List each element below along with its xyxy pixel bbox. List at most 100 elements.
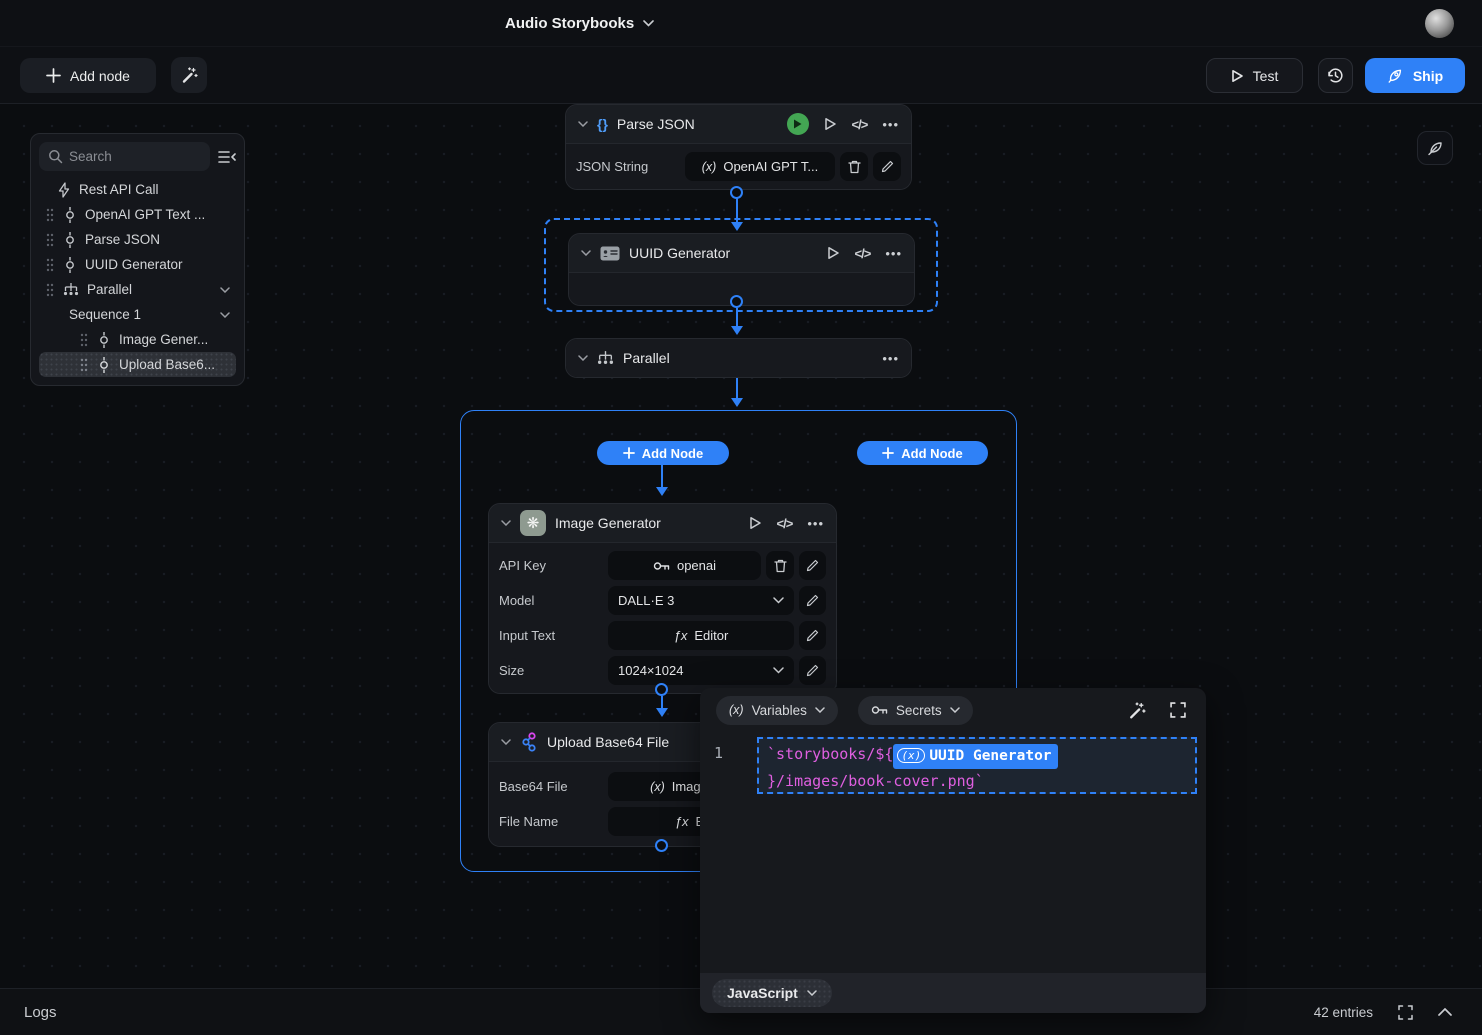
node-image-generator[interactable]: ❋ Image Generator </> ••• API Key openai bbox=[488, 503, 837, 694]
node-commit-icon bbox=[63, 232, 77, 248]
node-header: {} Parse JSON </> ••• bbox=[566, 105, 911, 143]
search-input[interactable] bbox=[39, 142, 210, 171]
drag-handle-icon[interactable] bbox=[45, 208, 55, 222]
variables-dropdown[interactable]: (x) Variables bbox=[716, 696, 838, 725]
page-title: Audio Storybooks bbox=[505, 15, 634, 32]
edge-line bbox=[661, 696, 663, 708]
edge-arrow bbox=[656, 708, 668, 717]
view-code-icon[interactable]: </> bbox=[855, 246, 871, 261]
code-editor-content[interactable]: `storybooks/${(x)UUID Generator }/images… bbox=[757, 737, 1197, 794]
parallel-icon bbox=[63, 282, 79, 297]
view-code-icon[interactable]: </> bbox=[777, 516, 793, 531]
sidebar-item-uuid-generator[interactable]: UUID Generator bbox=[39, 252, 236, 277]
json-string-value-chip[interactable]: (x) OpenAI GPT T... bbox=[685, 152, 835, 181]
more-options-icon[interactable]: ••• bbox=[885, 246, 902, 261]
delete-value-button[interactable] bbox=[766, 551, 794, 580]
variable-icon: (x) bbox=[729, 703, 744, 717]
model-select[interactable]: DALL·E 3 bbox=[608, 586, 794, 615]
edge-arrow bbox=[731, 326, 743, 335]
magic-wand-button[interactable] bbox=[171, 57, 207, 93]
chevron-down-icon bbox=[643, 20, 654, 27]
node-title: Upload Base64 File bbox=[547, 734, 669, 750]
uuid-generator-variable-chip[interactable]: (x)UUID Generator bbox=[893, 744, 1057, 769]
node-uuid-generator[interactable]: UUID Generator </> ••• bbox=[568, 233, 915, 306]
more-options-icon[interactable]: ••• bbox=[807, 516, 824, 531]
secrets-dropdown[interactable]: Secrets bbox=[858, 696, 973, 725]
trash-icon bbox=[774, 559, 787, 573]
edit-value-button[interactable] bbox=[873, 152, 901, 181]
sidebar-item-parse-json[interactable]: Parse JSON bbox=[39, 227, 236, 252]
run-node-icon[interactable] bbox=[824, 117, 837, 131]
drag-handle-icon[interactable] bbox=[79, 333, 89, 347]
view-code-icon[interactable]: </> bbox=[852, 117, 868, 132]
collapse-chevron-icon[interactable] bbox=[578, 121, 588, 127]
delete-value-button[interactable] bbox=[840, 152, 868, 181]
sidebar-item-image-generator[interactable]: Image Gener... bbox=[39, 327, 236, 352]
more-options-icon[interactable]: ••• bbox=[882, 117, 899, 132]
node-parse-json[interactable]: {} Parse JSON </> ••• JSON String (x) Op… bbox=[565, 104, 912, 190]
api-key-value-chip[interactable]: openai bbox=[608, 551, 761, 580]
avatar[interactable] bbox=[1425, 9, 1454, 38]
size-select[interactable]: 1024×1024 bbox=[608, 656, 794, 685]
sidebar-item-parallel[interactable]: Parallel bbox=[39, 277, 236, 302]
run-success-button[interactable] bbox=[787, 113, 809, 135]
connector-port[interactable] bbox=[730, 186, 743, 199]
add-node-branch-right-button[interactable]: Add Node bbox=[857, 441, 988, 465]
edge-line bbox=[736, 377, 738, 398]
drag-handle-icon[interactable] bbox=[79, 358, 89, 372]
magic-wand-icon[interactable] bbox=[1127, 701, 1146, 720]
test-label: Test bbox=[1253, 68, 1279, 84]
ship-button[interactable]: Ship bbox=[1365, 58, 1465, 93]
edit-value-button[interactable] bbox=[799, 551, 826, 580]
node-title: UUID Generator bbox=[629, 245, 730, 261]
history-button[interactable] bbox=[1318, 58, 1353, 93]
add-node-button[interactable]: Add node bbox=[20, 58, 156, 93]
node-parallel[interactable]: Parallel ••• bbox=[565, 338, 912, 378]
connector-port[interactable] bbox=[655, 839, 668, 852]
sidebar-item-sequence-1[interactable]: Sequence 1 bbox=[39, 302, 236, 327]
flow-title-menu[interactable]: Audio Storybooks bbox=[505, 0, 654, 47]
run-node-icon[interactable] bbox=[827, 246, 840, 260]
chevron-up-icon[interactable] bbox=[1438, 1008, 1452, 1016]
more-options-icon[interactable]: ••• bbox=[882, 351, 899, 366]
add-node-branch-left-button[interactable]: Add Node bbox=[597, 441, 729, 465]
parallel-icon bbox=[597, 350, 614, 366]
field-label: Base64 File bbox=[499, 779, 603, 794]
logs-entries-count: 42 entries bbox=[1314, 1005, 1373, 1020]
pencil-icon bbox=[806, 664, 819, 677]
app-root: Audio Storybooks Add node Test Ship bbox=[0, 0, 1482, 1035]
collapse-chevron-icon[interactable] bbox=[581, 250, 591, 256]
node-header: UUID Generator </> ••• bbox=[569, 234, 914, 272]
plus-icon bbox=[623, 447, 635, 459]
collapse-panel-icon[interactable] bbox=[218, 149, 236, 165]
sidebar-item-rest-api-call[interactable]: Rest API Call bbox=[39, 177, 236, 202]
language-dropdown[interactable]: JavaScript bbox=[712, 979, 832, 1007]
node-commit-icon bbox=[97, 357, 111, 373]
field-label: Model bbox=[499, 593, 603, 608]
drag-handle-icon[interactable] bbox=[45, 283, 55, 297]
chevron-down-icon[interactable] bbox=[220, 287, 230, 293]
fx-icon: ƒx bbox=[674, 628, 688, 643]
node-commit-icon bbox=[63, 257, 77, 273]
connector-port[interactable] bbox=[655, 683, 668, 696]
expand-logs-icon[interactable] bbox=[1398, 1005, 1413, 1020]
test-button[interactable]: Test bbox=[1206, 58, 1303, 93]
collapse-chevron-icon[interactable] bbox=[578, 355, 588, 361]
chevron-down-icon[interactable] bbox=[220, 312, 230, 318]
fullscreen-icon[interactable] bbox=[1170, 702, 1186, 718]
drag-handle-icon[interactable] bbox=[45, 258, 55, 272]
sidebar-item-openai-gpt-text[interactable]: OpenAI GPT Text ... bbox=[39, 202, 236, 227]
chevron-down-icon bbox=[807, 990, 817, 996]
run-node-icon[interactable] bbox=[749, 516, 762, 530]
edit-value-button[interactable] bbox=[799, 656, 826, 685]
drag-handle-icon[interactable] bbox=[45, 233, 55, 247]
edit-value-button[interactable] bbox=[799, 621, 826, 650]
input-text-editor-chip[interactable]: ƒx Editor bbox=[608, 621, 794, 650]
field-label: Size bbox=[499, 663, 603, 678]
annotate-button[interactable] bbox=[1417, 131, 1453, 165]
edit-value-button[interactable] bbox=[799, 586, 826, 615]
connector-port[interactable] bbox=[730, 295, 743, 308]
collapse-chevron-icon[interactable] bbox=[501, 739, 511, 745]
sidebar-item-upload-base64[interactable]: Upload Base6... bbox=[39, 352, 236, 377]
collapse-chevron-icon[interactable] bbox=[501, 520, 511, 526]
